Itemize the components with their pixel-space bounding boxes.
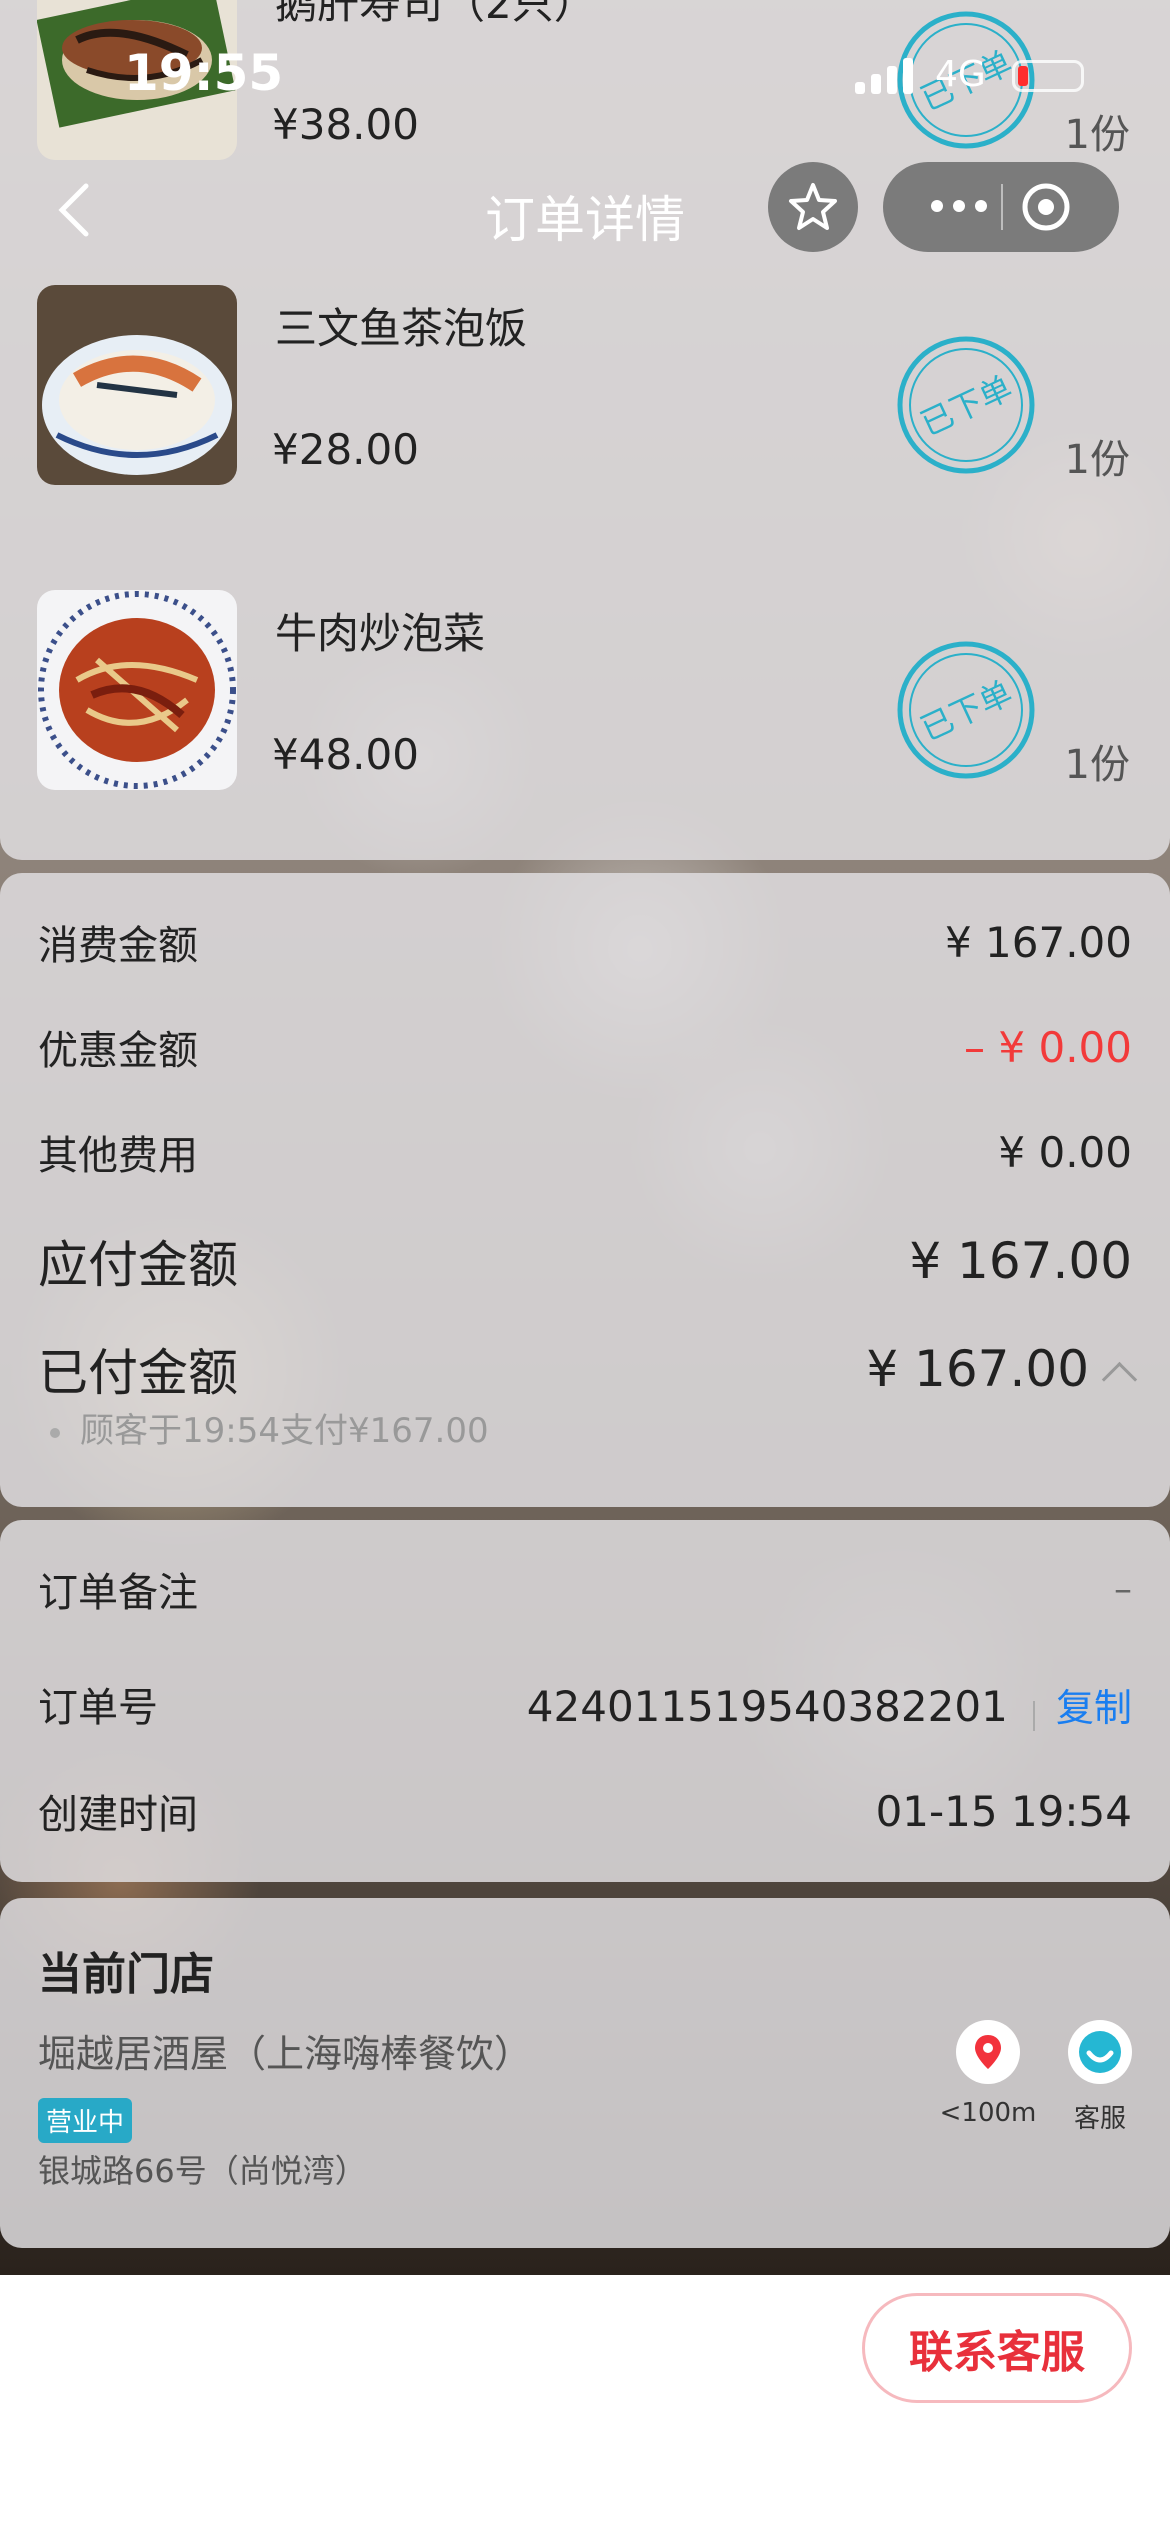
menu-capsule [883,162,1119,252]
chevron-up-icon[interactable] [1101,1361,1138,1398]
created-time-value: 01-15 19:54 [875,1786,1132,1836]
copy-button[interactable]: 复制 [1056,1686,1132,1730]
created-time-row: 创建时间 01-15 19:54 [38,1782,1132,1840]
consume-label: 消费金额 [38,923,198,969]
store-card: 当前门店 堀越居酒屋（上海嗨棒餐饮） 营业中 银城路66号（尚悦湾） <100m… [0,1898,1170,2248]
signal-icon [855,56,913,94]
item-stamp: 已下单 [915,368,1018,443]
remark-row: 订单备注 – [38,1560,1132,1618]
remark-value: – [1114,1568,1132,1610]
payable-label: 应付金额 [38,1236,238,1294]
item-name: 牛肉炒泡菜 [275,609,486,658]
order-number-row: 订单号 424011519540382201 复制 [38,1675,1132,1733]
discount-label: 优惠金额 [38,1028,198,1074]
paid-value: ¥ 167.00 [866,1340,1089,1398]
favorite-button[interactable] [768,162,858,252]
customer-service-icon [1079,2031,1121,2073]
bottom-bar: 联系客服 [0,2275,1170,2532]
customer-service-label: 客服 [1073,2104,1126,2134]
list-item[interactable]: 牛肉炒泡菜 ¥48.00 已下单 1份 [0,590,1170,810]
dish-image-beef-kimchi [37,590,237,790]
payable-value: ¥ 167.00 [909,1232,1132,1290]
discount-row: 优惠金额 – ¥ 0.00 [38,1018,1132,1076]
payable-row: 应付金额 ¥ 167.00 [38,1225,1132,1297]
star-icon [789,183,837,230]
location-pin-icon [975,2035,1001,2069]
consume-row: 消费金额 ¥ 167.00 [38,913,1132,971]
paid-note: 顾客于19:54支付¥167.00 [50,1403,489,1452]
ordered-stamp-icon: 已下单 [896,335,1036,475]
customer-service-button[interactable] [1068,2020,1132,2084]
other-fee-value: ¥ 0.00 [998,1127,1132,1177]
store-name: 堀越居酒屋（上海嗨棒餐饮） [38,2032,533,2076]
amount-card: 消费金额 ¥ 167.00 优惠金额 – ¥ 0.00 其他费用 ¥ 0.00 … [0,873,1170,1507]
store-status-badge: 营业中 [38,2098,133,2143]
item-qty: 1份 [1064,437,1130,483]
location-button[interactable] [956,2020,1020,2084]
status-time: 19:55 [124,44,284,102]
paid-row[interactable]: 已付金额 ¥ 167.00 [38,1333,1138,1405]
discount-value: – ¥ 0.00 [964,1022,1132,1072]
store-address: 银城路66号（尚悦湾） [38,2152,367,2190]
item-name: 三文鱼茶泡饭 [275,304,528,353]
other-fee-label: 其他费用 [38,1133,198,1179]
store-section-title: 当前门店 [38,1949,214,2000]
status-bar: 19:55 4G [0,0,1170,150]
created-time-label: 创建时间 [38,1792,198,1838]
list-item[interactable]: 三文鱼茶泡饭 ¥28.00 已下单 1份 [0,285,1170,505]
consume-value: ¥ 167.00 [944,917,1132,967]
distance-label: <100m [939,2098,1037,2128]
more-icon[interactable] [919,186,999,226]
other-fee-row: 其他费用 ¥ 0.00 [38,1123,1132,1181]
remark-label: 订单备注 [38,1570,198,1616]
nav-bar: 订单详情 [0,150,1170,270]
item-price: ¥28.00 [272,425,419,474]
item-stamp: 已下单 [915,673,1018,748]
paid-label: 已付金额 [38,1344,238,1402]
order-number-label: 订单号 [38,1685,158,1731]
battery-icon [1012,60,1084,92]
contact-service-button[interactable]: 联系客服 [862,2293,1132,2403]
item-price: ¥48.00 [272,730,419,779]
ordered-stamp-icon: 已下单 [896,640,1036,780]
order-info-card: 订单备注 – 订单号 424011519540382201 复制 创建时间 01… [0,1520,1170,1882]
close-miniprogram-icon[interactable] [1021,182,1071,232]
item-qty: 1份 [1064,742,1130,788]
network-type: 4G [935,54,986,95]
order-number-value: 424011519540382201 [526,1681,1008,1731]
dish-image-salmon-rice [37,285,237,485]
